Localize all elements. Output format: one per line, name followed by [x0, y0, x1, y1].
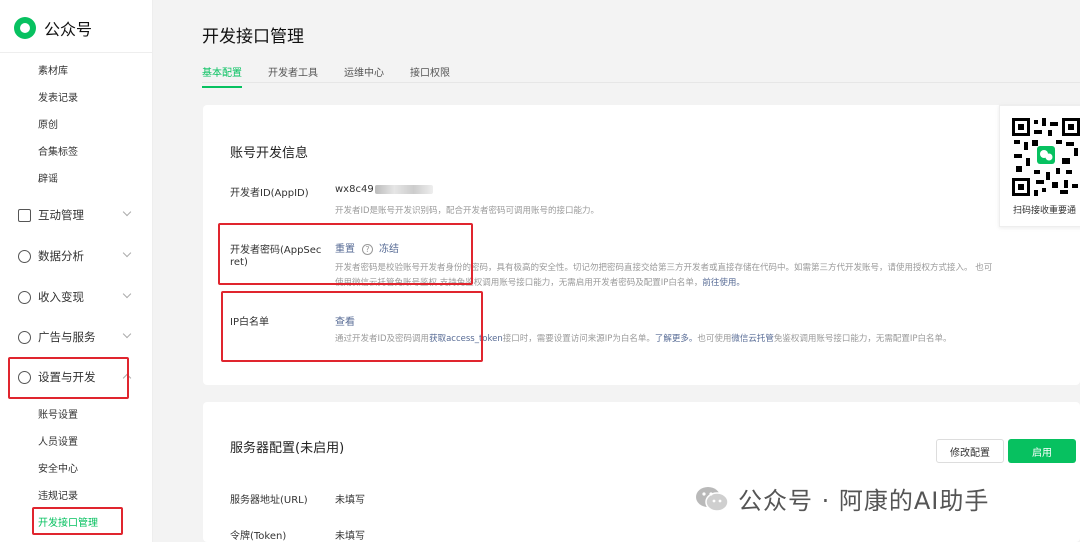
- token-value: 未填写: [335, 531, 365, 542]
- sidebar: 公众号 素材库 发表记录 原创 合集标签 辟谣 互动管理 数据分析 收入变现 广…: [0, 0, 153, 542]
- chevron-down-icon: [122, 248, 132, 258]
- sidebar-group-ads[interactable]: 广告与服务: [18, 329, 133, 345]
- sidebar-item-collection-tags[interactable]: 合集标签: [38, 143, 78, 158]
- sidebar-group-label: 互动管理: [38, 208, 84, 222]
- highlight-box: [221, 291, 483, 362]
- appid-label: 开发者ID(AppID): [230, 188, 309, 199]
- enable-button[interactable]: 启用: [1008, 439, 1076, 463]
- tab-ops-center[interactable]: 运维中心: [344, 64, 384, 88]
- sidebar-group-analytics[interactable]: 数据分析: [18, 248, 133, 264]
- wechat-icon: [696, 486, 729, 512]
- chevron-down-icon: [122, 289, 132, 299]
- server-url-value: 未填写: [335, 495, 365, 506]
- sidebar-item-violations[interactable]: 违规记录: [38, 487, 78, 502]
- highlight-box: [32, 507, 123, 535]
- token-label: 令牌(Token): [230, 531, 287, 542]
- sidebar-item-staff-settings[interactable]: 人员设置: [38, 433, 78, 448]
- sidebar-item-publish-records[interactable]: 发表记录: [38, 89, 78, 104]
- appid-desc: 开发者ID是账号开发识别码，配合开发者密码可调用账号的接口能力。: [335, 206, 600, 216]
- yen-icon: [18, 290, 31, 304]
- logo-text: 公众号: [44, 20, 93, 39]
- chevron-down-icon: [122, 207, 132, 217]
- compass-icon: [18, 330, 31, 344]
- server-url-label: 服务器地址(URL): [230, 495, 308, 506]
- message-icon: [18, 208, 31, 222]
- logo[interactable]: 公众号: [14, 16, 92, 40]
- server-config-card: [203, 402, 1080, 542]
- qr-caption: 扫码接收重要通: [1013, 206, 1077, 216]
- blurred-region: [374, 184, 433, 194]
- sidebar-group-monetization[interactable]: 收入变现: [18, 289, 133, 305]
- qr-code-icon: [1012, 118, 1080, 196]
- highlight-box: [218, 223, 473, 285]
- appid-text: wx8c49: [335, 184, 374, 195]
- section-title-server: 服务器配置(未启用): [230, 441, 345, 456]
- wechat-logo-icon: [14, 17, 36, 39]
- desc-text: 支持免鉴权调用账号接口能力，无需启用开发者密码及配置IP白名单，: [439, 278, 703, 288]
- sidebar-item-rumor[interactable]: 辟谣: [38, 170, 58, 185]
- tab-basic-config[interactable]: 基本配置: [202, 64, 242, 88]
- page-title: 开发接口管理: [202, 27, 304, 47]
- qr-card: 扫码接收重要通: [999, 105, 1080, 227]
- sidebar-item-materials[interactable]: 素材库: [38, 62, 68, 77]
- sidebar-group-label: 广告与服务: [38, 330, 96, 344]
- sidebar-item-account-settings[interactable]: 账号设置: [38, 406, 78, 421]
- sidebar-group-interaction[interactable]: 互动管理: [18, 207, 133, 223]
- tab-api-permissions[interactable]: 接口权限: [410, 64, 450, 88]
- sidebar-group-label: 数据分析: [38, 249, 84, 263]
- sidebar-item-original[interactable]: 原创: [38, 116, 58, 131]
- divider: [0, 52, 153, 53]
- chart-icon: [18, 249, 31, 263]
- desc-text: 也可使用: [697, 334, 732, 344]
- cloud-hosting-link[interactable]: 微信云托管: [731, 334, 774, 344]
- watermark-text: 公众号 · 阿康的AI助手: [738, 487, 990, 515]
- chevron-down-icon: [122, 329, 132, 339]
- sidebar-item-security-center[interactable]: 安全中心: [38, 460, 78, 475]
- appid-value[interactable]: wx8c49: [335, 184, 433, 195]
- desc-text: 接口时，需要设置访问来源IP为白名单。: [502, 334, 655, 344]
- tab-bar: 基本配置 开发者工具 运维中心 接口权限: [202, 64, 476, 88]
- learn-more-link[interactable]: 了解更多。: [655, 334, 698, 344]
- modify-config-button[interactable]: 修改配置: [936, 439, 1004, 463]
- tab-dev-tools[interactable]: 开发者工具: [268, 64, 318, 88]
- divider: [202, 82, 1080, 83]
- section-title-account: 账号开发信息: [230, 146, 309, 161]
- highlight-box: [8, 357, 129, 399]
- desc-text: 免鉴权调用账号接口能力，无需配置IP白名单。: [773, 334, 952, 344]
- sidebar-group-label: 收入变现: [38, 290, 84, 304]
- go-use-link[interactable]: 前往使用。: [702, 278, 745, 288]
- watermark: 公众号 · 阿康的AI助手: [694, 481, 989, 516]
